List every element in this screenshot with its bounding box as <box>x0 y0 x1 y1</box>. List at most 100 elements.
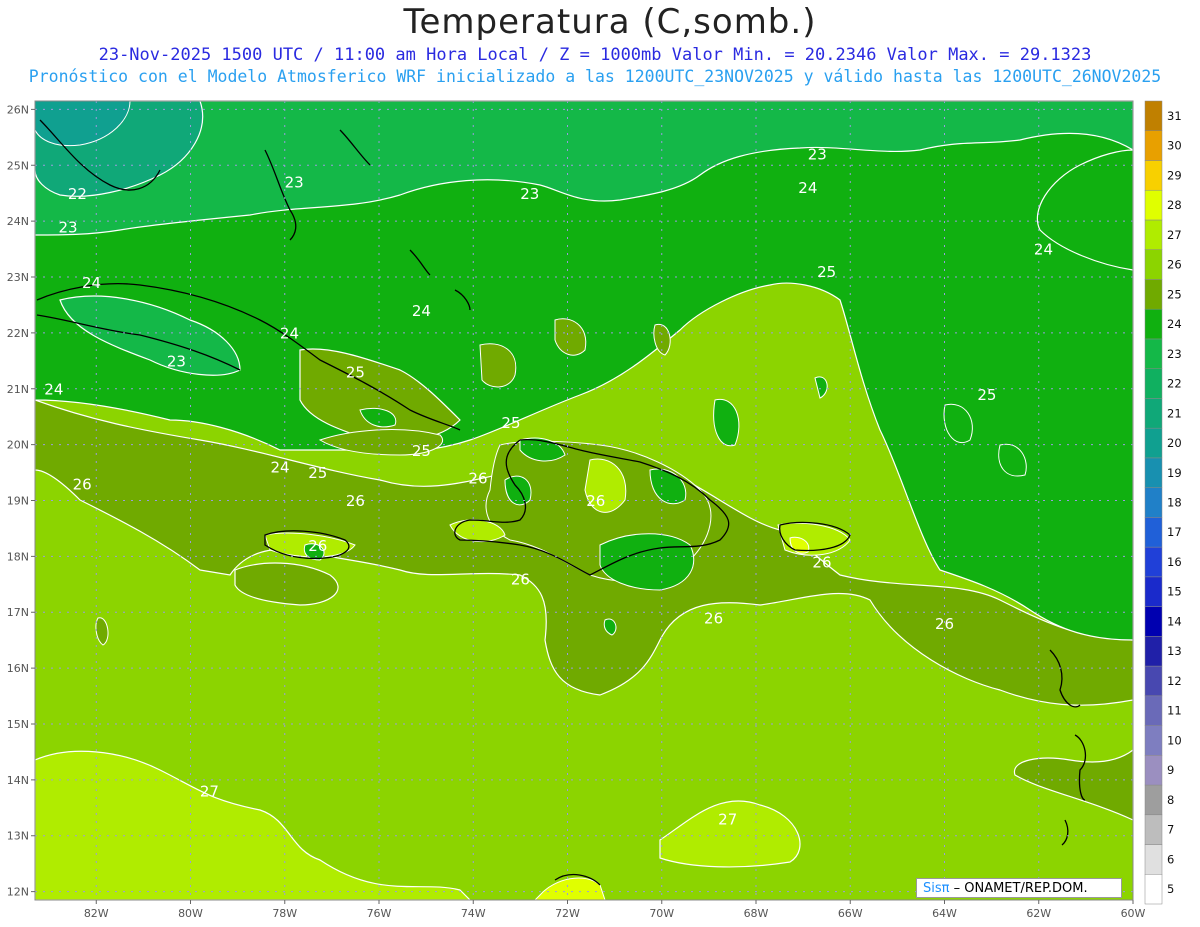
colorbar-label: 22 <box>1167 377 1182 391</box>
credit-text: – ONAMET/REP.DOM. <box>949 881 1088 896</box>
lon-tick-label: 66W <box>838 907 863 920</box>
colorbar-swatch <box>1144 814 1163 845</box>
colorbar-swatch <box>1144 636 1163 667</box>
colorbar-swatch <box>1144 338 1163 369</box>
colorbar-label: 29 <box>1167 168 1182 182</box>
lon-tick-label: 82W <box>84 907 109 920</box>
contour-label: 24 <box>412 302 431 320</box>
lon-tick-label: 78W <box>272 907 297 920</box>
colorbar-label: 10 <box>1167 733 1182 747</box>
lat-tick-label: 22N <box>7 327 29 340</box>
lat-tick-label: 12N <box>7 886 29 899</box>
colorbar-swatch <box>1144 160 1163 191</box>
lat-tick-label: 14N <box>7 774 29 787</box>
colorbar-swatch <box>1144 755 1163 786</box>
contour-label: 26 <box>812 554 831 572</box>
colorbar-label: 24 <box>1167 317 1182 331</box>
contour-label: 23 <box>808 146 827 164</box>
colorbar-label: 12 <box>1167 674 1182 688</box>
contour-label: 26 <box>308 537 327 555</box>
contour-label: 25 <box>308 464 327 482</box>
contour-label: 23 <box>285 174 304 192</box>
colorbar-swatch <box>1144 249 1163 280</box>
contour-label: 24 <box>280 324 299 342</box>
contour-label: 24 <box>1034 241 1053 259</box>
colorbar-swatch <box>1144 457 1163 488</box>
contour-label: 24 <box>44 380 63 398</box>
contour-label: 23 <box>167 352 186 370</box>
colorbar-label: 13 <box>1167 644 1182 658</box>
colorbar-label: 6 <box>1167 852 1174 866</box>
lat-tick-label: 25N <box>7 159 29 172</box>
longitude-axis: 82W 80W 78W 76W 74W 72W 70W 68W 66W 64W 62W 60W <box>84 900 1146 920</box>
colorbar-label: 14 <box>1167 614 1182 628</box>
lat-tick-label: 16N <box>7 662 29 675</box>
contour-label: 25 <box>346 364 365 382</box>
lat-tick-label: 21N <box>7 383 29 396</box>
colorbar-label: 27 <box>1167 228 1182 242</box>
contour-label: 25 <box>412 442 431 460</box>
colorbar-swatch <box>1144 576 1163 607</box>
contour-label: 22 <box>68 185 87 203</box>
contour-label: 26 <box>511 570 530 588</box>
colorbar-swatch <box>1144 874 1163 905</box>
lon-tick-label: 74W <box>461 907 486 920</box>
lon-tick-label: 62W <box>1026 907 1051 920</box>
colorbar-label: 23 <box>1167 347 1182 361</box>
colorbar-label: 31 <box>1167 109 1182 123</box>
colorbar-swatch <box>1144 695 1163 726</box>
colorbar-label: 30 <box>1167 139 1182 153</box>
colorbar-label: 5 <box>1167 882 1174 896</box>
contour-label: 26 <box>586 492 605 510</box>
contour-label: 27 <box>200 783 219 801</box>
contour-label: 26 <box>73 475 92 493</box>
contour-label: 26 <box>704 609 723 627</box>
colorbar-label: 7 <box>1167 823 1174 837</box>
colorbar-label: 18 <box>1167 496 1182 510</box>
colorbar-label: 20 <box>1167 436 1182 450</box>
lon-tick-label: 72W <box>555 907 580 920</box>
colorbar-swatch <box>1144 308 1163 340</box>
lat-tick-label: 20N <box>7 439 29 452</box>
colorbar-label: 9 <box>1167 763 1174 777</box>
colorbar-label: 28 <box>1167 198 1182 212</box>
colorbar-swatch <box>1144 279 1163 310</box>
colorbar-swatch <box>1144 219 1163 250</box>
colorbar-swatch <box>1144 130 1163 161</box>
colorbar-swatch <box>1144 784 1163 816</box>
contour-label: 26 <box>346 492 365 510</box>
colorbar-swatch <box>1144 665 1163 697</box>
contour-label: 26 <box>468 470 487 488</box>
colorbar-label: 17 <box>1167 525 1182 539</box>
colorbar-label: 16 <box>1167 555 1182 569</box>
lat-tick-label: 26N <box>7 103 29 116</box>
colorbar-swatch <box>1144 398 1163 429</box>
lat-tick-label: 15N <box>7 718 29 731</box>
colorbar-swatch <box>1144 427 1163 459</box>
colorbar-swatch <box>1144 189 1163 221</box>
colorbar-swatch <box>1144 725 1163 756</box>
temperature-shading <box>35 101 1133 900</box>
lat-tick-label: 17N <box>7 606 29 619</box>
colorbar-label: 21 <box>1167 406 1182 420</box>
colorbar-swatch <box>1144 487 1163 518</box>
colorbar-swatch <box>1144 606 1163 637</box>
contour-label: 23 <box>58 218 77 236</box>
lat-tick-label: 13N <box>7 830 29 843</box>
colorbar-label: 15 <box>1167 585 1182 599</box>
colorbar-swatch <box>1144 844 1163 875</box>
contour-label: 26 <box>935 615 954 633</box>
temperature-map: 23 23 23 22 23 24 24 24 24 24 23 24 25 25 25 25 25 24 25 26… <box>7 100 1182 920</box>
contour-label: 24 <box>271 459 290 477</box>
contour-label: 25 <box>817 263 836 281</box>
contour-label: 24 <box>82 274 101 292</box>
colorbar-label: 19 <box>1167 466 1182 480</box>
colorbar-label: 26 <box>1167 258 1182 272</box>
lat-tick-label: 18N <box>7 550 29 563</box>
contour-label: 25 <box>977 386 996 404</box>
colorbar-swatch <box>1144 546 1163 578</box>
colorbar-swatch <box>1144 100 1163 131</box>
lon-tick-label: 76W <box>367 907 392 920</box>
lat-tick-label: 23N <box>7 271 29 284</box>
colorbar-label: 11 <box>1167 704 1182 718</box>
